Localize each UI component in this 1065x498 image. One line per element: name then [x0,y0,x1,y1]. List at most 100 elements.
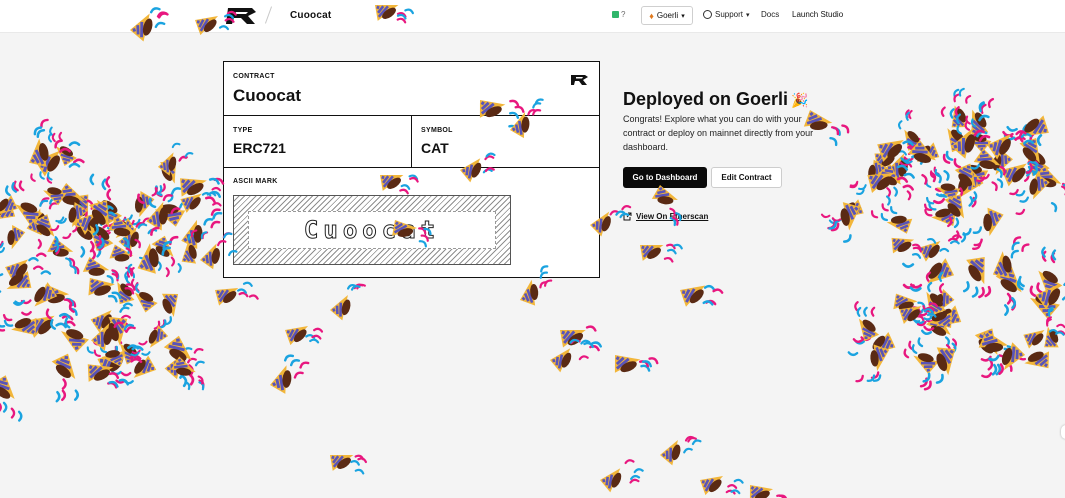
gas-value: ? [621,10,626,19]
party-popper-icon [954,163,978,208]
party-popper-icon [847,331,896,357]
party-popper-icon [891,237,937,259]
party-popper-icon [32,214,60,255]
party-popper-icon [973,148,1006,192]
party-popper-icon [1006,348,1050,369]
party-popper-icon [41,284,78,317]
party-popper-icon [560,325,602,352]
party-popper-icon [651,185,682,227]
party-popper-icon [1001,159,1049,187]
type-label: TYPE [233,127,253,134]
party-popper-icon [893,293,932,323]
party-popper-icon [1023,323,1065,349]
party-popper-icon [925,271,946,316]
top-navigation: Cuoocat ? ♦ Goerli ▾ Support ▾ Docs Laun… [0,0,1065,33]
party-popper-icon [971,97,995,135]
party-popper-icon [0,224,26,254]
party-popper-icon [680,284,724,307]
launch-studio-link[interactable]: Launch Studio [792,10,843,19]
party-popper-icon [919,347,956,391]
party-popper-icon [72,215,102,261]
party-popper-icon [56,183,94,218]
party-popper-icon [76,205,120,235]
scroll-handle[interactable] [1061,425,1065,439]
breadcrumb-divider [264,6,273,24]
symbol-label: SYMBOL [421,127,453,134]
party-popper-icon [0,375,23,422]
project-name[interactable]: Cuoocat [290,10,331,21]
party-popper-icon [91,306,136,351]
party-popper-icon [88,277,136,303]
network-label: Goerli [656,11,679,20]
party-popper-icon [867,164,915,194]
edit-contract-button[interactable]: Edit Contract [711,167,782,188]
party-popper-icon [827,202,861,243]
party-popper-icon [97,344,144,377]
gas-icon [612,11,619,18]
symbol-value: CAT [421,140,449,156]
party-popper-icon [71,194,91,237]
party-popper-icon [117,263,135,305]
contract-name: Cuoocat [233,86,301,105]
party-popper-icon [13,282,58,316]
eth-icon: ♦ [649,10,654,21]
chevron-down-icon: ▾ [681,12,685,20]
party-popper-icon [137,185,186,227]
party-popper-icon [913,305,962,335]
party-popper-icon [146,187,190,231]
party-popper-icon [47,126,77,167]
logo-icon[interactable] [226,6,258,26]
party-popper-icon [885,137,931,183]
party-popper-icon [114,323,141,365]
deploy-description: Congrats! Explore what you can do with y… [623,114,814,152]
party-popper-icon [1035,280,1065,310]
party-popper-icon [925,166,961,202]
party-popper-icon [153,293,179,330]
view-on-etherscan-link[interactable]: View On Etherscan [623,212,708,221]
party-popper-icon [97,217,136,245]
details-divider [411,116,412,168]
party-popper-icon [330,454,368,475]
party-popper-icon [550,338,591,373]
party-popper-icon [164,347,205,380]
party-popper-icon [907,140,950,185]
party-popper-icon [99,316,128,362]
party-popper-icon [1019,124,1050,177]
docs-link[interactable]: Docs [761,10,779,19]
party-popper-icon [215,281,259,306]
support-menu[interactable]: Support ▾ [703,10,750,19]
external-link-icon [623,212,632,221]
party-popper-icon [933,168,984,205]
page-title: Deployed on Goerli 🎉 [623,89,808,110]
contract-label: CONTRACT [233,73,275,80]
party-popper-icon [111,355,157,385]
party-popper-icon [1038,246,1063,295]
party-popper-icon [90,302,133,333]
party-popper-icon [51,353,79,403]
network-selector[interactable]: ♦ Goerli ▾ [641,6,693,25]
party-popper-icon [89,173,123,225]
party-popper-icon [854,301,880,342]
party-popper-icon [902,258,955,292]
support-label: Support [715,10,744,19]
party-popper-icon [88,200,110,251]
party-popper-icon [86,338,126,367]
ascii-mark-text: Cuoocat [248,211,496,249]
party-popper-icon [914,288,955,327]
party-popper-icon [956,115,992,153]
party-popper-icon [855,344,890,383]
party-popper-icon [923,196,957,226]
party-popper-icon [614,355,659,373]
go-to-dashboard-button[interactable]: Go to Dashboard [623,167,707,188]
party-popper-icon [962,256,992,299]
party-popper-icon [47,237,80,275]
party-popper-icon [877,163,912,206]
party-popper-icon [180,186,222,213]
party-popper-icon [898,109,923,151]
party-popper-icon [285,325,324,346]
party-popper-icon [50,201,88,240]
party-popper-icon [874,150,918,169]
party-popper-icon [0,270,32,294]
ascii-mark-label: ASCII MARK [233,178,278,185]
party-popper-icon [27,312,76,338]
